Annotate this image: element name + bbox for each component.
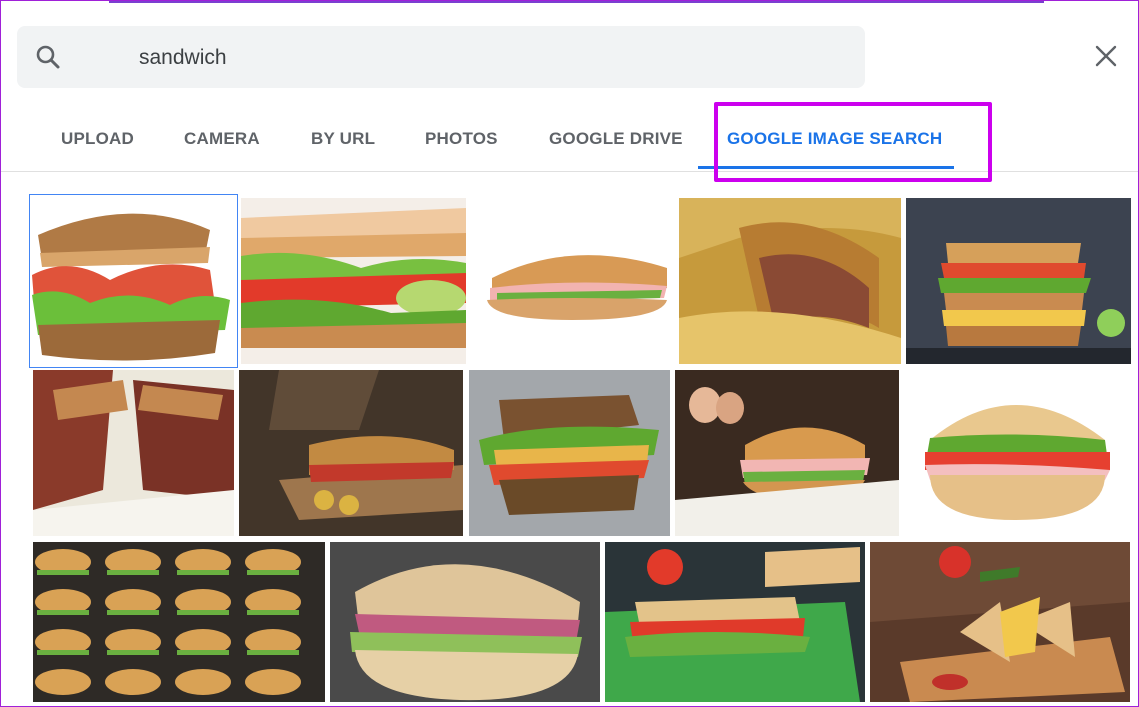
image-result-sub-on-board[interactable] bbox=[239, 370, 463, 536]
tab-by-url[interactable]: BY URL bbox=[311, 129, 375, 149]
tab-google-drive[interactable]: GOOGLE DRIVE bbox=[549, 129, 683, 149]
image-result-stacked-club-sandwich[interactable] bbox=[906, 198, 1131, 364]
image-result-burger-with-eggs[interactable] bbox=[675, 370, 899, 536]
top-strip bbox=[109, 1, 1044, 3]
tab-google-image-search[interactable]: GOOGLE IMAGE SEARCH bbox=[727, 129, 942, 149]
tab-photos[interactable]: PHOTOS bbox=[425, 129, 498, 149]
tab-camera[interactable]: CAMERA bbox=[184, 129, 260, 149]
image-result-toast-sandwich-cucumber[interactable] bbox=[241, 198, 466, 364]
image-results-grid bbox=[1, 172, 1138, 706]
image-result-pastry-sandwich[interactable] bbox=[679, 198, 901, 364]
active-tab-indicator bbox=[698, 166, 954, 169]
image-result-tray-of-sandwiches[interactable] bbox=[33, 542, 325, 702]
image-result-club-sandwich-fries[interactable] bbox=[870, 542, 1130, 702]
close-icon[interactable] bbox=[1091, 41, 1121, 71]
image-result-grilled-bacon-sandwich[interactable] bbox=[33, 370, 234, 536]
image-result-bread-sandwich-lettuce[interactable] bbox=[469, 370, 670, 536]
source-tabs: UPLOAD CAMERA BY URL PHOTOS GOOGLE DRIVE… bbox=[1, 105, 1138, 172]
search-bar bbox=[17, 26, 865, 88]
image-result-ciabatta-sandwich[interactable] bbox=[330, 542, 600, 702]
image-result-ham-sub-roll[interactable] bbox=[472, 198, 675, 364]
search-icon[interactable] bbox=[35, 44, 61, 70]
image-result-sandwich-on-napkin[interactable] bbox=[605, 542, 865, 702]
image-result-seeded-bun-sandwich[interactable] bbox=[905, 370, 1131, 536]
image-picker-dialog: UPLOAD CAMERA BY URL PHOTOS GOOGLE DRIVE… bbox=[0, 0, 1139, 707]
tab-upload[interactable]: UPLOAD bbox=[61, 129, 134, 149]
image-result-blt-sandwich[interactable] bbox=[29, 194, 238, 368]
search-input[interactable] bbox=[137, 39, 841, 77]
